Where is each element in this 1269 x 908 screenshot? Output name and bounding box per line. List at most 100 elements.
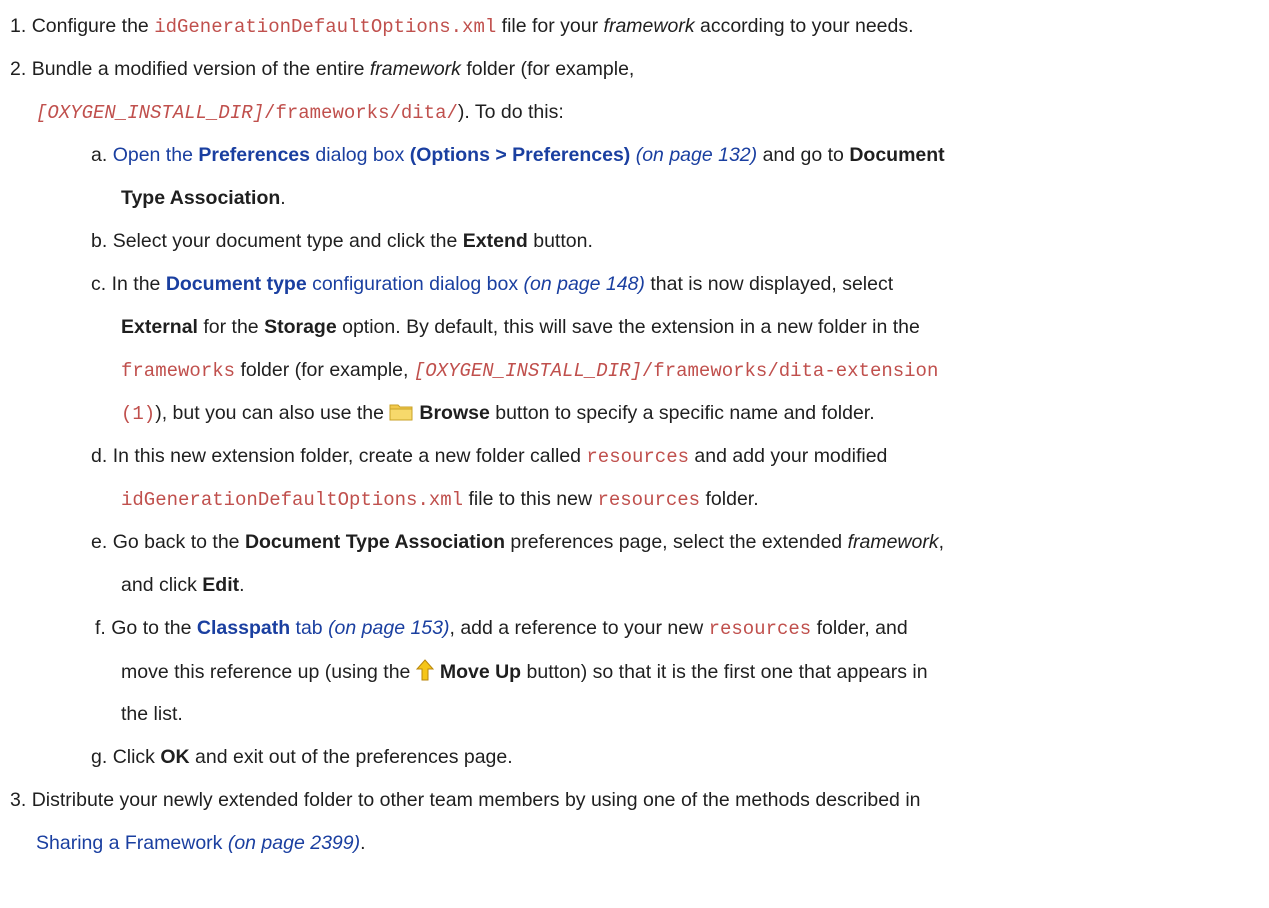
step-1: 1. Configure the idGenerationDefaultOpti…: [10, 14, 914, 39]
sharing-framework-link[interactable]: Sharing a Framework: [36, 832, 222, 854]
step-2: 2. Bundle a modified version of the enti…: [10, 57, 634, 81]
page-reference[interactable]: (on page 2399): [228, 832, 360, 854]
code-path: /frameworks/dita-extension: [641, 360, 939, 382]
text: Distribute your newly extended folder to…: [31, 789, 921, 811]
text: Go back to the: [112, 531, 245, 553]
substep-label: f.: [95, 617, 106, 639]
text: and click: [121, 574, 203, 596]
text: .: [280, 187, 286, 209]
bold-text: Browse: [419, 402, 490, 424]
text: move this reference up (using the: [121, 661, 416, 683]
text: file to this new: [463, 488, 598, 510]
code-folder: resources: [586, 446, 690, 468]
link-text[interactable]: tab: [290, 617, 323, 639]
text: preferences page, select the extended: [504, 531, 848, 553]
substep-label: b.: [91, 230, 108, 252]
substep-c-line-3: frameworks folder (for example, [OXYGEN_…: [121, 358, 938, 383]
substep-c-line-2: External for the Storage option. By defa…: [121, 315, 920, 339]
text: and go to: [757, 144, 850, 166]
step-number: 1.: [10, 15, 27, 37]
text: folder (for example,: [460, 58, 635, 80]
text: ), but you can also use the: [155, 402, 390, 424]
bold-text: Type Association: [121, 187, 281, 209]
document-type-dialog-link[interactable]: Document type configuration dialog box: [166, 273, 518, 295]
text: In this new extension folder, create a n…: [112, 445, 587, 467]
page-reference[interactable]: (on page 148): [524, 273, 645, 295]
text: In the: [111, 273, 166, 295]
classpath-tab-link[interactable]: Classpath tab: [197, 617, 323, 639]
substep-a: a. Open the Preferences dialog box (Opti…: [91, 143, 945, 167]
text: according to your needs.: [694, 15, 914, 37]
bold-text: OK: [160, 746, 190, 768]
text: button) so that it is the first one that…: [521, 661, 928, 683]
link-text-bold[interactable]: Document type: [166, 273, 307, 295]
substep-b: b. Select your document type and click t…: [91, 229, 593, 253]
text: option. By default, this will save the e…: [336, 316, 920, 338]
text: button to specify a specific name and fo…: [489, 402, 875, 424]
text: button.: [527, 230, 593, 252]
text: Bundle a modified version of the entire: [31, 58, 370, 80]
step-2-line-2: [OXYGEN_INSTALL_DIR]/frameworks/dita/). …: [36, 100, 564, 125]
bold-text: Document: [849, 144, 945, 166]
text: the list.: [121, 703, 183, 725]
emphasis: framework: [603, 15, 695, 37]
emphasis: framework: [369, 58, 461, 80]
substep-e: e. Go back to the Document Type Associat…: [91, 530, 944, 554]
substep-d: d. In this new extension folder, create …: [91, 444, 887, 469]
substep-d-line-2: idGenerationDefaultOptions.xml file to t…: [121, 487, 759, 512]
bold-text: Extend: [462, 230, 528, 252]
substep-c: c. In the Document type configuration di…: [91, 272, 893, 296]
page-reference[interactable]: (on page 132): [636, 144, 757, 166]
text: Go to the: [111, 617, 197, 639]
text: folder.: [700, 488, 759, 510]
substep-f-line-2: move this reference up (using the Move U…: [121, 659, 928, 687]
page-reference[interactable]: (on page 153): [328, 617, 449, 639]
code-filename: idGenerationDefaultOptions.xml: [154, 16, 497, 38]
text: ). To do this:: [457, 101, 564, 123]
substep-label: d.: [91, 445, 108, 467]
text: ,: [938, 531, 945, 553]
code-variable: [OXYGEN_INSTALL_DIR]: [413, 360, 642, 382]
code-folder: resources: [708, 618, 812, 640]
substep-f: f. Go to the Classpath tab (on page 153)…: [95, 616, 908, 641]
text: .: [239, 574, 245, 596]
substep-e-line-2: and click Edit.: [121, 573, 245, 597]
text: Select your document type and click the: [112, 230, 463, 252]
text: file for your: [496, 15, 604, 37]
substep-c-line-4: (1)), but you can also use the Browse bu…: [121, 401, 875, 428]
link-text[interactable]: configuration dialog box: [307, 273, 518, 295]
emphasis: framework: [847, 531, 939, 553]
substep-label: e.: [91, 531, 108, 553]
text: for the: [197, 316, 265, 338]
text: , add a reference to your new: [449, 617, 709, 639]
text: .: [360, 832, 366, 854]
substep-f-line-3: the list.: [121, 702, 183, 726]
step-3: 3. Distribute your newly extended folder…: [10, 788, 921, 812]
text: and add your modified: [689, 445, 888, 467]
code-path: /frameworks/dita/: [264, 102, 458, 124]
folder-icon: [389, 402, 413, 428]
bold-text: Storage: [264, 316, 337, 338]
code-folder: frameworks: [121, 360, 236, 382]
link-text[interactable]: dialog box: [310, 144, 410, 166]
link-text-bold[interactable]: Preferences: [198, 144, 310, 166]
substep-label: g.: [91, 746, 108, 768]
step-number: 2.: [10, 58, 27, 80]
substep-a-line-2: Type Association.: [121, 186, 286, 210]
text: Configure the: [31, 15, 155, 37]
preferences-dialog-link[interactable]: Open the Preferences dialog box (Options…: [113, 144, 631, 166]
move-up-arrow-icon: [415, 659, 434, 687]
link-text-bold[interactable]: Classpath: [197, 617, 290, 639]
code-filename: idGenerationDefaultOptions.xml: [121, 489, 464, 511]
substep-g: g. Click OK and exit out of the preferen…: [91, 745, 513, 769]
link-text[interactable]: Open the: [113, 144, 199, 166]
code-path: (1): [121, 403, 156, 425]
bold-text: External: [121, 316, 198, 338]
text: folder (for example,: [235, 359, 414, 381]
substep-label: c.: [91, 273, 107, 295]
bold-text: Document Type Association: [244, 531, 505, 553]
bold-text: Move Up: [439, 661, 522, 683]
link-text-bold[interactable]: (Options > Preferences): [410, 144, 631, 166]
step-number: 3.: [10, 789, 27, 811]
text: Click: [112, 746, 161, 768]
